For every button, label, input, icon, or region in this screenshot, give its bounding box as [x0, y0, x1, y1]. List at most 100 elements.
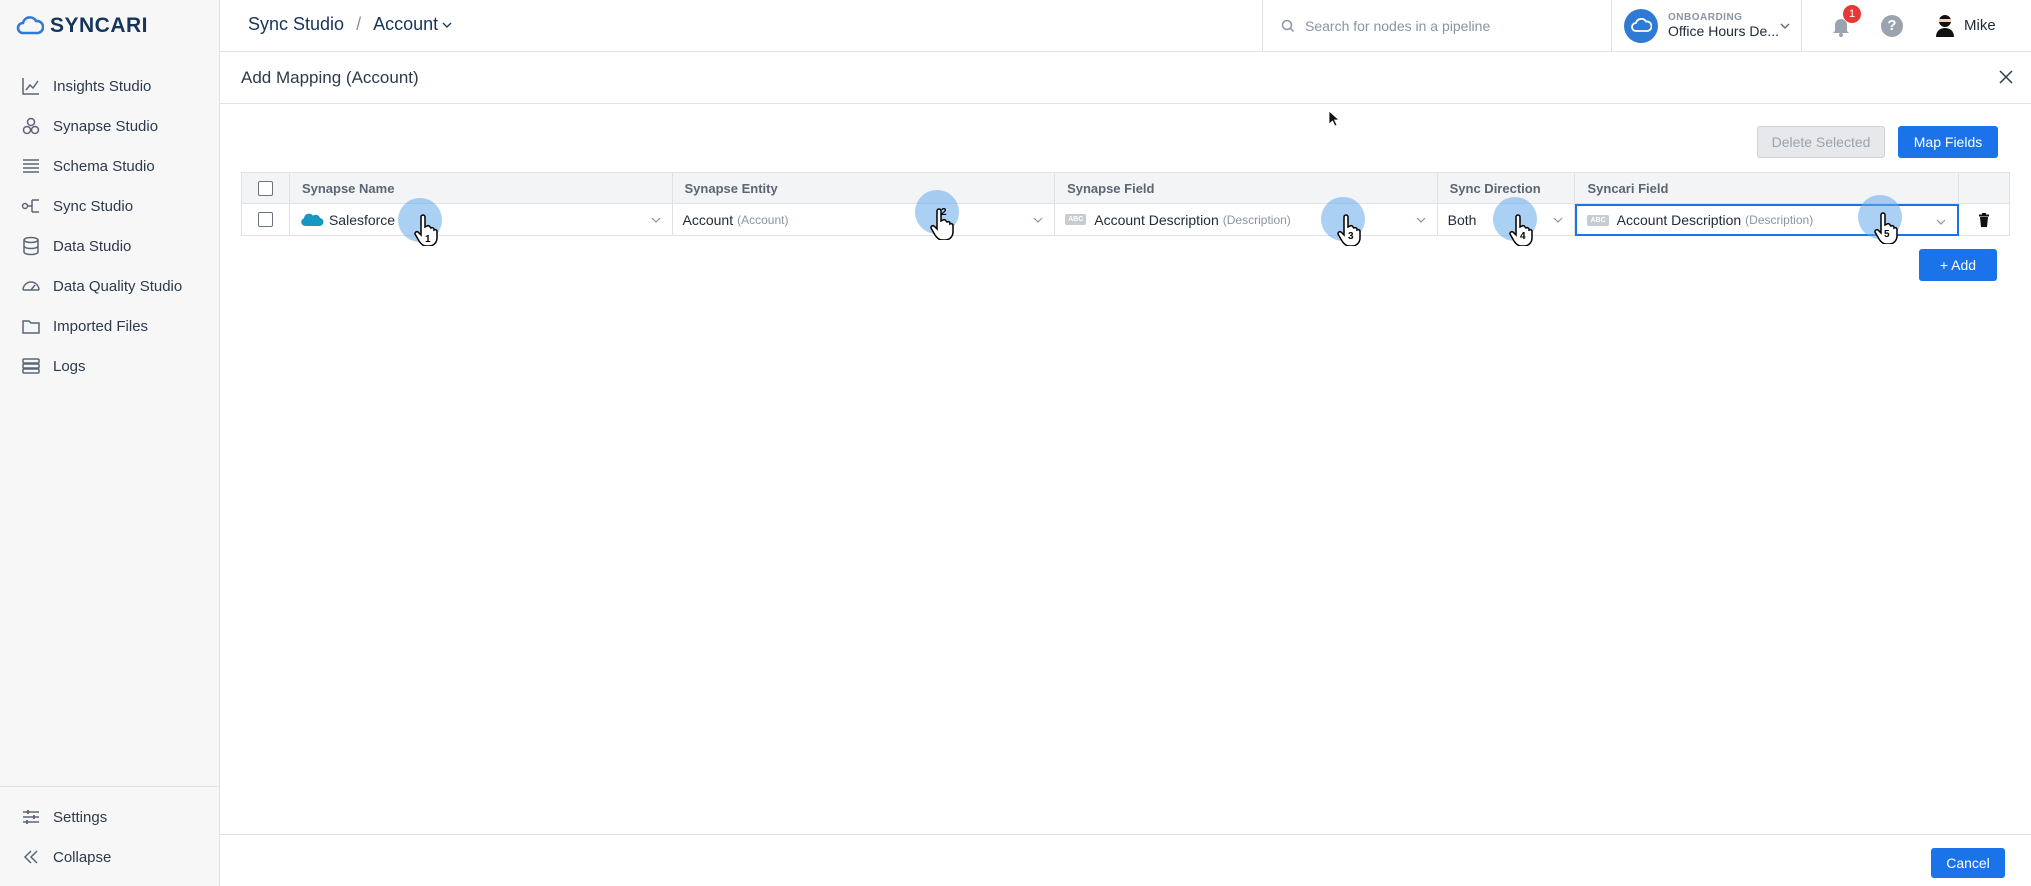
column-header: Synapse Entity [673, 173, 1056, 203]
sidebar-nav: Insights Studio Synapse Studio Schema St… [0, 66, 219, 386]
column-header-actions [1959, 173, 2009, 203]
sidebar-bottom: Settings Collapse [0, 786, 219, 886]
sidebar-item-insights-studio[interactable]: Insights Studio [0, 66, 219, 106]
cancel-button[interactable]: Cancel [1931, 848, 2005, 878]
direction-value: Both [1447, 211, 1477, 228]
sidebar-item-label: Settings [53, 808, 108, 826]
chart-icon [22, 78, 39, 95]
sidebar-item-synapse-studio[interactable]: Synapse Studio [0, 106, 219, 146]
map-fields-button[interactable]: Map Fields [1898, 126, 1998, 158]
folder-icon [22, 320, 40, 334]
syncari-field-value: Account Description [1616, 212, 1742, 228]
search-box [1262, 0, 1612, 51]
synapse-entity-select[interactable]: Account (Account) [673, 204, 1056, 235]
help-icon[interactable]: ? [1881, 15, 1903, 37]
sidebar-item-label: Sync Studio [53, 197, 134, 215]
chevron-down-icon[interactable] [441, 19, 453, 31]
sidebar: SYNCARI Insights Studio Synapse Studio S… [0, 0, 220, 886]
sidebar-item-collapse[interactable]: Collapse [0, 837, 219, 877]
breadcrumb-separator: / [356, 14, 362, 34]
sidebar-item-logs[interactable]: Logs [0, 346, 219, 386]
syncari-field-api-name: (Description) [1745, 213, 1814, 227]
column-header: Syncari Field [1575, 173, 1960, 203]
chevron-down-icon [651, 217, 660, 223]
trash-icon[interactable] [1978, 212, 1990, 227]
mouse-pointer-icon [1328, 110, 1340, 127]
workspace-label: ONBOARDING [1668, 12, 1743, 23]
modal-footer-divider [220, 834, 2031, 835]
double-chevron-left-icon [23, 850, 38, 864]
modal-header: Add Mapping (Account) [220, 52, 2031, 104]
modal-title: Add Mapping (Account) [241, 68, 419, 87]
sidebar-item-schema-studio[interactable]: Schema Studio [0, 146, 219, 186]
sync-icon [21, 199, 39, 213]
gauge-icon [22, 281, 40, 291]
row-actions-cell [1959, 204, 2009, 235]
sidebar-item-imported-files[interactable]: Imported Files [0, 306, 219, 346]
sidebar-item-label: Logs [53, 357, 86, 375]
click-marker-number: 5 [1884, 229, 1890, 240]
select-all-cell [242, 173, 290, 203]
synapse-field-select[interactable]: ABC Account Description (Description) [1055, 204, 1438, 235]
chevron-down-icon [1416, 217, 1426, 223]
search-input[interactable] [1305, 17, 1595, 34]
logs-icon [22, 358, 40, 374]
table-header: Synapse Name Synapse Entity Synapse Fiel… [241, 172, 2010, 204]
workspace-name: Office Hours De... [1668, 23, 1780, 39]
sidebar-item-label: Synapse Studio [53, 117, 159, 135]
select-all-checkbox[interactable] [257, 180, 273, 196]
cloud-logo-icon [16, 16, 44, 35]
breadcrumb-root[interactable]: Sync Studio [248, 14, 344, 35]
chevron-down-icon [1033, 217, 1043, 223]
entity-value: Account [682, 211, 734, 228]
sliders-icon [23, 810, 39, 824]
search-icon [1281, 19, 1295, 32]
text-type-icon: ABC [1065, 214, 1087, 225]
sidebar-item-label: Imported Files [53, 317, 149, 335]
table-row: Salesforce Account (Account) ABC Account… [241, 204, 2010, 236]
syncari-logo[interactable]: SYNCARI [16, 14, 148, 38]
sidebar-item-data-quality-studio[interactable]: Data Quality Studio [0, 266, 219, 306]
click-marker-number: 3 [1348, 231, 1354, 242]
breadcrumb-current[interactable]: Account [373, 14, 438, 35]
synapse-name-value: Salesforce [328, 211, 396, 228]
field-api-name: (Description) [1222, 212, 1291, 227]
row-select-cell [242, 204, 290, 235]
column-header: Synapse Field [1055, 173, 1438, 203]
delete-selected-button[interactable]: Delete Selected [1757, 126, 1885, 158]
entity-api-name: (Account) [737, 212, 789, 227]
text-type-icon: ABC [1587, 214, 1609, 226]
sidebar-item-label: Schema Studio [53, 157, 155, 175]
logo-text: SYNCARI [50, 14, 149, 37]
salesforce-icon [301, 213, 324, 226]
click-marker-number: 1 [425, 234, 431, 245]
sidebar-item-settings[interactable]: Settings [0, 797, 219, 837]
cloud-icon [1624, 8, 1658, 43]
row-checkbox[interactable] [257, 212, 273, 227]
add-mapping-button[interactable]: + Add [1919, 249, 1997, 281]
sidebar-item-data-studio[interactable]: Data Studio [0, 226, 219, 266]
click-marker-number: 4 [1520, 231, 1526, 242]
database-icon [23, 236, 39, 256]
synapse-icon [22, 117, 40, 135]
sidebar-item-label: Insights Studio [53, 77, 152, 95]
chevron-down-icon [1936, 219, 1946, 225]
avatar [1936, 15, 1954, 37]
notification-badge: 1 [1843, 5, 1861, 23]
chevron-down-icon [1554, 217, 1563, 223]
user-name: Mike [1964, 16, 1996, 34]
click-marker-number: 2 [941, 207, 947, 218]
sidebar-item-sync-studio[interactable]: Sync Studio [0, 186, 219, 226]
chevron-down-icon [1780, 23, 1790, 29]
sidebar-item-label: Data Studio [53, 237, 132, 255]
user-menu[interactable]: Mike [1934, 13, 1996, 37]
synapse-name-select[interactable]: Salesforce [290, 204, 673, 235]
list-icon [23, 159, 39, 173]
sidebar-item-label: Collapse [53, 848, 112, 866]
breadcrumb: Sync Studio / Account [248, 14, 453, 35]
workspace-selector[interactable]: ONBOARDING Office Hours De... [1612, 0, 1802, 51]
field-value: Account Description [1094, 211, 1219, 228]
close-icon[interactable] [1997, 68, 2015, 86]
mapping-table: Synapse Name Synapse Entity Synapse Fiel… [241, 172, 2010, 236]
top-header: Sync Studio / Account ONBOARDING Office … [220, 0, 2031, 52]
